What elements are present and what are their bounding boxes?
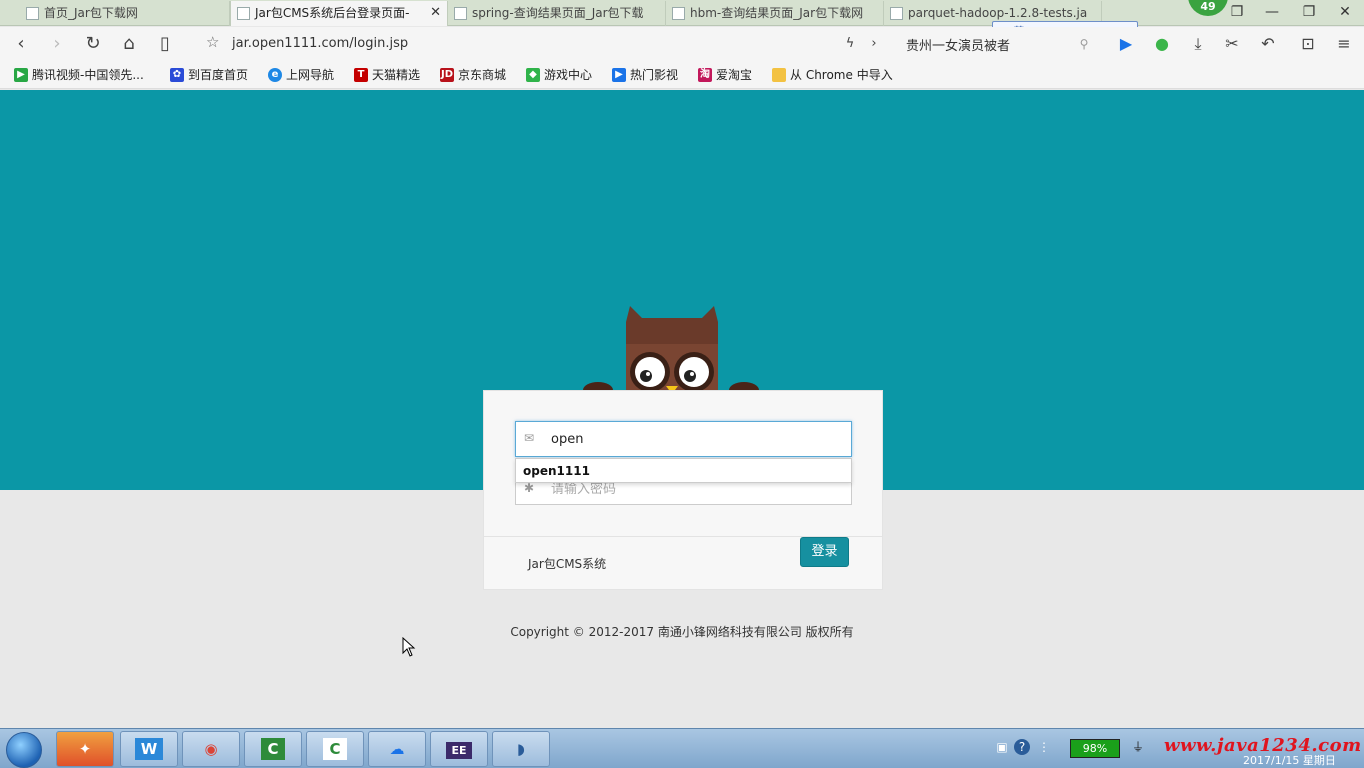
back-button[interactable]: ‹: [8, 31, 34, 57]
bookmark-label: 游戏中心: [544, 68, 593, 82]
bookmark-import-chrome[interactable]: 从 Chrome 中导入: [772, 67, 893, 83]
login-panel: ✉ ✱ Jar包CMS系统 登录: [483, 390, 883, 590]
bookmark-label: 热门影视: [630, 68, 679, 82]
forward-button[interactable]: ›: [44, 31, 70, 57]
login-brand-label: Jar包CMS系统: [528, 557, 607, 571]
play-icon[interactable]: ▶: [1114, 32, 1138, 56]
movie-play-icon: ▶: [612, 68, 626, 82]
tab-title: Jar包CMS系统后台登录页面-: [255, 6, 410, 20]
mouse-cursor-icon: [402, 637, 416, 657]
bookmark-star-icon[interactable]: ☆: [206, 33, 219, 51]
autocomplete-option[interactable]: open1111: [516, 459, 851, 484]
page-favicon-icon: [672, 7, 685, 20]
menu-icon[interactable]: ≡: [1332, 32, 1356, 56]
reading-mode-icon[interactable]: ▯: [152, 31, 178, 57]
owl-body-icon: [583, 306, 759, 400]
bookmark-baidu[interactable]: ✿ 到百度首页: [170, 67, 248, 83]
bookmark-tmall[interactable]: T 天猫精选: [354, 67, 420, 83]
envelope-icon: ✉: [524, 431, 535, 445]
mysql-dolphin-icon[interactable]: ◗: [492, 731, 550, 767]
close-tab-icon[interactable]: ✕: [430, 1, 441, 25]
username-input[interactable]: [551, 422, 841, 456]
search-suggestion[interactable]: 贵州一女演员被者: [906, 35, 1010, 54]
tab-title: hbm-查询结果页面_Jar包下载网: [690, 6, 864, 20]
undo-icon[interactable]: ↶: [1256, 32, 1280, 56]
wechat-icon[interactable]: ●: [1150, 32, 1174, 56]
gamepad-icon: ◆: [526, 68, 540, 82]
download-icon[interactable]: ⤓: [1186, 32, 1210, 56]
help-icon[interactable]: ?: [1014, 739, 1030, 755]
page-favicon-icon: [237, 7, 250, 20]
bookmark-label: 天猫精选: [372, 68, 421, 82]
tab-hbm[interactable]: hbm-查询结果页面_Jar包下载网: [666, 1, 884, 26]
owl-mascot: [583, 306, 759, 400]
tencent-video-icon: ▶: [14, 68, 28, 82]
page-favicon-icon: [26, 7, 39, 20]
folder-icon: [772, 68, 786, 82]
bookmark-ai-taobao[interactable]: 淘爱淘宝: [698, 67, 752, 83]
tmall-icon: T: [354, 68, 368, 82]
search-icon[interactable]: ⚲: [1072, 32, 1096, 56]
camtasia-icon[interactable]: C: [244, 731, 302, 767]
tab-title: 首页_Jar包下载网: [44, 6, 138, 20]
home-button[interactable]: ⌂: [116, 31, 142, 57]
page-favicon-icon: [454, 7, 467, 20]
scissors-icon[interactable]: ✂: [1220, 32, 1244, 56]
tab-spring[interactable]: spring-查询结果页面_Jar包下载: [448, 1, 666, 26]
java-ee-ide-icon[interactable]: EE: [430, 731, 488, 767]
bookmarks-bar: ▶ 腾讯视频-中国领先... ✿ 到百度首页 e 上网导航 T 天猫精选 JD 京东商城 …: [0, 61, 1364, 89]
bookmark-label: 腾讯视频-中国领先...: [32, 68, 144, 82]
system-date[interactable]: 2017/1/15 星期日: [1243, 752, 1336, 768]
lightning-icon[interactable]: ϟ: [838, 32, 862, 56]
bookmark-label: 到百度首页: [188, 68, 249, 82]
bookmark-label: 上网导航: [286, 68, 335, 82]
minimize-button[interactable]: —: [1255, 2, 1289, 22]
chrome-icon[interactable]: ◉: [182, 731, 240, 767]
address-toolbar: ‹ › ↻ ⌂ ▯ ☆ jar.open1111.com/login.jsp ϟ…: [0, 27, 1364, 61]
reload-button[interactable]: ↻: [80, 31, 106, 57]
login-footer: Jar包CMS系统 登录: [484, 536, 882, 590]
bookmark-label: 京东商城: [458, 68, 507, 82]
maximize-button[interactable]: ❐: [1292, 2, 1326, 22]
ie-icon: e: [268, 68, 282, 82]
start-button[interactable]: [6, 732, 42, 768]
bookmark-tencent-video[interactable]: ▶ 腾讯视频-中国领先...: [14, 67, 144, 83]
bookmark-hot-movies[interactable]: ▶ 热门影视: [612, 67, 678, 83]
browser-tab-strip: 首页_Jar包下载网 Jar包CMS系统后台登录页面- ✕ spring-查询结…: [0, 0, 1364, 26]
power-plug-icon[interactable]: ⏚: [1130, 739, 1146, 755]
autocomplete-dropdown: open1111: [515, 458, 852, 483]
bookmark-label: 爱淘宝: [716, 68, 753, 82]
bookmark-jd[interactable]: JD 京东商城: [440, 67, 506, 83]
baidu-paw-icon: ✿: [170, 68, 184, 82]
login-button[interactable]: 登录: [800, 537, 849, 567]
bookmark-game-center[interactable]: ◆ 游戏中心: [526, 67, 592, 83]
username-field: ✉: [515, 421, 852, 457]
tab-login[interactable]: Jar包CMS系统后台登录页面- ✕: [230, 1, 448, 26]
bookmark-navigation[interactable]: e 上网导航: [268, 67, 334, 83]
jd-icon: JD: [440, 68, 454, 82]
copyright-text: Copyright © 2012-2017 南通小锋网络科技有限公司 版权所有: [510, 625, 854, 639]
ime-tray-icon[interactable]: ▣: [994, 739, 1010, 755]
restore-tab-icon[interactable]: ❐: [1220, 2, 1254, 22]
app-launcher-icon[interactable]: ✦: [56, 731, 114, 767]
wps-writer-icon[interactable]: W: [120, 731, 178, 767]
tab-home[interactable]: 首页_Jar包下载网: [20, 1, 230, 26]
browser-cloud-icon[interactable]: ☁: [368, 731, 426, 767]
close-window-button[interactable]: ✕: [1328, 2, 1362, 22]
bookmark-label: 从 Chrome 中导入: [790, 68, 893, 82]
tab-title: parquet-hadoop-1.2.8-tests.ja: [908, 6, 1088, 20]
battery-indicator[interactable]: 98%: [1070, 739, 1120, 758]
windows-taskbar: ✦ W ◉ C C ☁ EE ◗ ▣ ? ⋮ 98% ⏚ www.java123…: [0, 728, 1364, 768]
camtasia-recorder-icon[interactable]: C: [306, 731, 364, 767]
tab-title: spring-查询结果页面_Jar包下载: [472, 6, 644, 20]
taobao-icon: 淘: [698, 68, 712, 82]
chevron-right-icon[interactable]: ›: [862, 32, 886, 56]
page-favicon-icon: [890, 7, 903, 20]
tray-expand-icon[interactable]: ⋮: [1036, 739, 1052, 755]
extensions-icon[interactable]: ⊡: [1296, 32, 1320, 56]
address-bar-url[interactable]: jar.open1111.com/login.jsp: [232, 36, 408, 51]
